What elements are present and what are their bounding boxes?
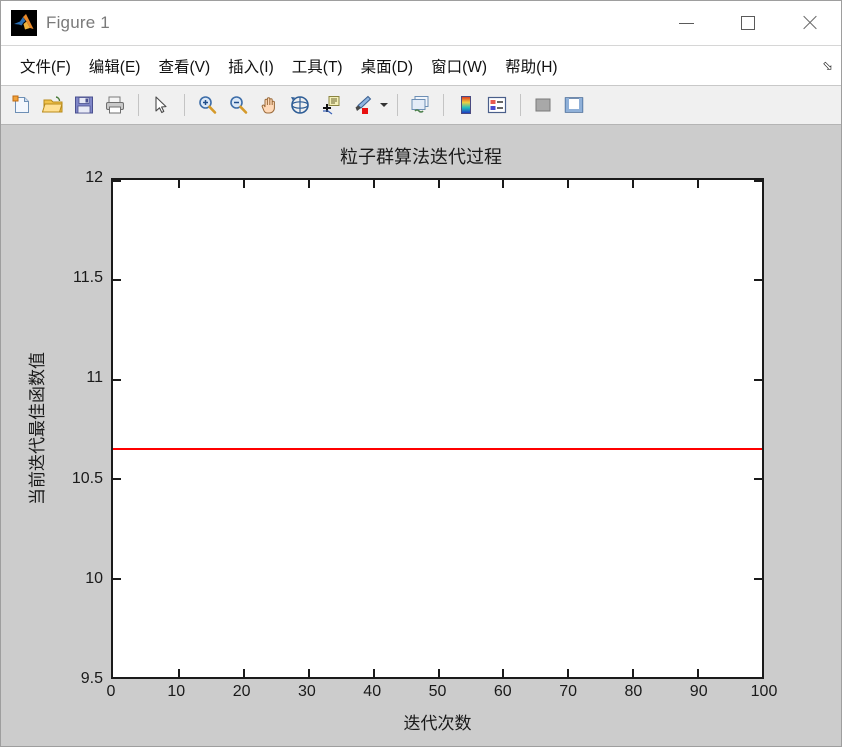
menu-file[interactable]: 文件(F) xyxy=(11,51,80,81)
y-tick-label: 10 xyxy=(85,569,103,587)
window-controls xyxy=(655,1,841,45)
hide-plot-tools-icon[interactable] xyxy=(528,90,558,120)
x-axis-tick-labels: 0 10 20 30 40 50 60 70 80 90 100 xyxy=(107,683,778,707)
x-tick-label: 90 xyxy=(689,683,708,700)
figure-window: Figure 1 文件(F) 编辑(E) 查看(V) 插入(I) 工具(T) 桌… xyxy=(0,0,842,747)
save-figure-icon[interactable] xyxy=(69,90,99,120)
open-file-icon[interactable] xyxy=(38,90,68,120)
x-tick-label: 40 xyxy=(363,683,382,700)
x-tick-label: 30 xyxy=(297,683,316,700)
pan-icon[interactable] xyxy=(254,90,284,120)
menu-edit[interactable]: 编辑(E) xyxy=(80,51,150,81)
y-tick-mark xyxy=(113,577,121,580)
y-tick-label: 9.5 xyxy=(80,670,103,687)
new-figure-icon[interactable] xyxy=(7,90,37,120)
zoom-out-icon[interactable] xyxy=(223,90,253,120)
menu-tools[interactable]: 工具(T) xyxy=(283,51,352,81)
menu-view[interactable]: 查看(V) xyxy=(149,51,219,81)
y-tick-label: 11 xyxy=(86,369,103,387)
menu-overflow-icon[interactable]: ⬂ xyxy=(822,58,833,74)
x-tick-label: 80 xyxy=(624,683,643,700)
y-tick-mark xyxy=(754,577,762,580)
show-plot-tools-icon[interactable] xyxy=(559,90,589,120)
x-tick-mark xyxy=(697,180,700,188)
maximize-icon xyxy=(741,16,755,30)
y-tick-label: 12 xyxy=(85,169,103,186)
x-tick-mark xyxy=(177,669,180,677)
x-tick-mark xyxy=(307,180,310,188)
y-tick-mark xyxy=(754,180,762,182)
menu-bar: 文件(F) 编辑(E) 查看(V) 插入(I) 工具(T) 桌面(D) 窗口(W… xyxy=(1,45,841,85)
x-tick-mark xyxy=(372,180,375,188)
colorbar-icon[interactable] xyxy=(451,90,481,120)
close-icon xyxy=(802,15,818,31)
y-axis-label-text: 当前迭代最佳函数值 xyxy=(27,352,47,505)
x-tick-mark xyxy=(242,669,245,677)
brush-dropdown-caret-icon[interactable] xyxy=(378,90,390,120)
print-figure-icon[interactable] xyxy=(100,90,130,120)
x-tick-label: 70 xyxy=(559,683,577,700)
close-button[interactable] xyxy=(779,1,841,45)
menu-window[interactable]: 窗口(W) xyxy=(422,51,496,81)
toolbar-separator xyxy=(138,94,139,116)
x-tick-mark xyxy=(632,669,635,677)
brush-icon[interactable] xyxy=(347,90,377,120)
x-tick-label: 60 xyxy=(493,683,512,700)
x-tick-mark xyxy=(632,180,635,188)
menu-desktop[interactable]: 桌面(D) xyxy=(352,51,423,81)
toolbar-separator xyxy=(443,94,444,116)
y-tick-mark xyxy=(113,279,121,282)
y-tick-mark xyxy=(113,180,121,182)
minimize-button[interactable] xyxy=(655,1,717,45)
x-tick-mark xyxy=(177,180,180,188)
edit-plot-icon[interactable] xyxy=(146,90,176,120)
y-tick-label: 11.5 xyxy=(73,269,103,287)
x-tick-mark xyxy=(242,180,245,188)
menu-help[interactable]: 帮助(H) xyxy=(496,51,567,81)
data-cursor-icon[interactable] xyxy=(316,90,346,120)
x-tick-label: 0 xyxy=(106,683,116,700)
minimize-icon xyxy=(678,22,694,24)
chart-title: 粒子群算法迭代过程 xyxy=(340,147,502,167)
x-tick-label: 20 xyxy=(232,683,251,700)
y-tick-mark xyxy=(754,279,762,282)
zoom-in-icon[interactable] xyxy=(192,90,222,120)
x-tick-mark xyxy=(567,669,570,677)
rotate-3d-icon[interactable] xyxy=(285,90,315,120)
x-tick-mark xyxy=(502,669,505,677)
x-tick-label: 100 xyxy=(750,683,778,700)
toolbar-separator xyxy=(397,94,398,116)
legend-icon[interactable] xyxy=(482,90,512,120)
y-axis-label: 当前迭代最佳函数值 xyxy=(23,178,47,679)
x-axis-label: 迭代次数 xyxy=(403,714,472,733)
x-tick-mark xyxy=(437,180,440,188)
toolbar-separator xyxy=(520,94,521,116)
x-tick-mark xyxy=(567,180,570,188)
y-tick-mark xyxy=(754,378,762,381)
matlab-icon xyxy=(11,10,37,36)
y-axis-tick-labels: 12 11.5 11 10.5 10 9.5 xyxy=(47,169,103,687)
x-tick-label: 50 xyxy=(428,683,447,700)
y-tick-label: 10.5 xyxy=(71,469,103,487)
x-tick-label: 10 xyxy=(167,683,186,700)
x-tick-mark xyxy=(502,180,505,188)
y-tick-mark xyxy=(754,478,762,481)
x-tick-mark xyxy=(372,669,375,677)
y-tick-mark xyxy=(113,478,121,481)
menu-insert[interactable]: 插入(I) xyxy=(219,51,283,81)
maximize-button[interactable] xyxy=(717,1,779,45)
title-bar: Figure 1 xyxy=(1,1,841,45)
x-tick-mark xyxy=(307,669,310,677)
figure-canvas[interactable]: 粒子群算法迭代过程 当前迭代最佳函数值 12 11.5 11 10.5 10 9… xyxy=(1,125,841,746)
series-line-best-fitness xyxy=(113,448,762,451)
x-tick-mark xyxy=(437,669,440,677)
plot-area[interactable] xyxy=(111,178,764,679)
link-plot-icon[interactable] xyxy=(405,90,435,120)
toolbar-separator xyxy=(184,94,185,116)
y-tick-mark xyxy=(113,378,121,381)
tool-bar xyxy=(1,85,841,125)
x-tick-mark xyxy=(697,669,700,677)
window-title: Figure 1 xyxy=(46,13,110,32)
